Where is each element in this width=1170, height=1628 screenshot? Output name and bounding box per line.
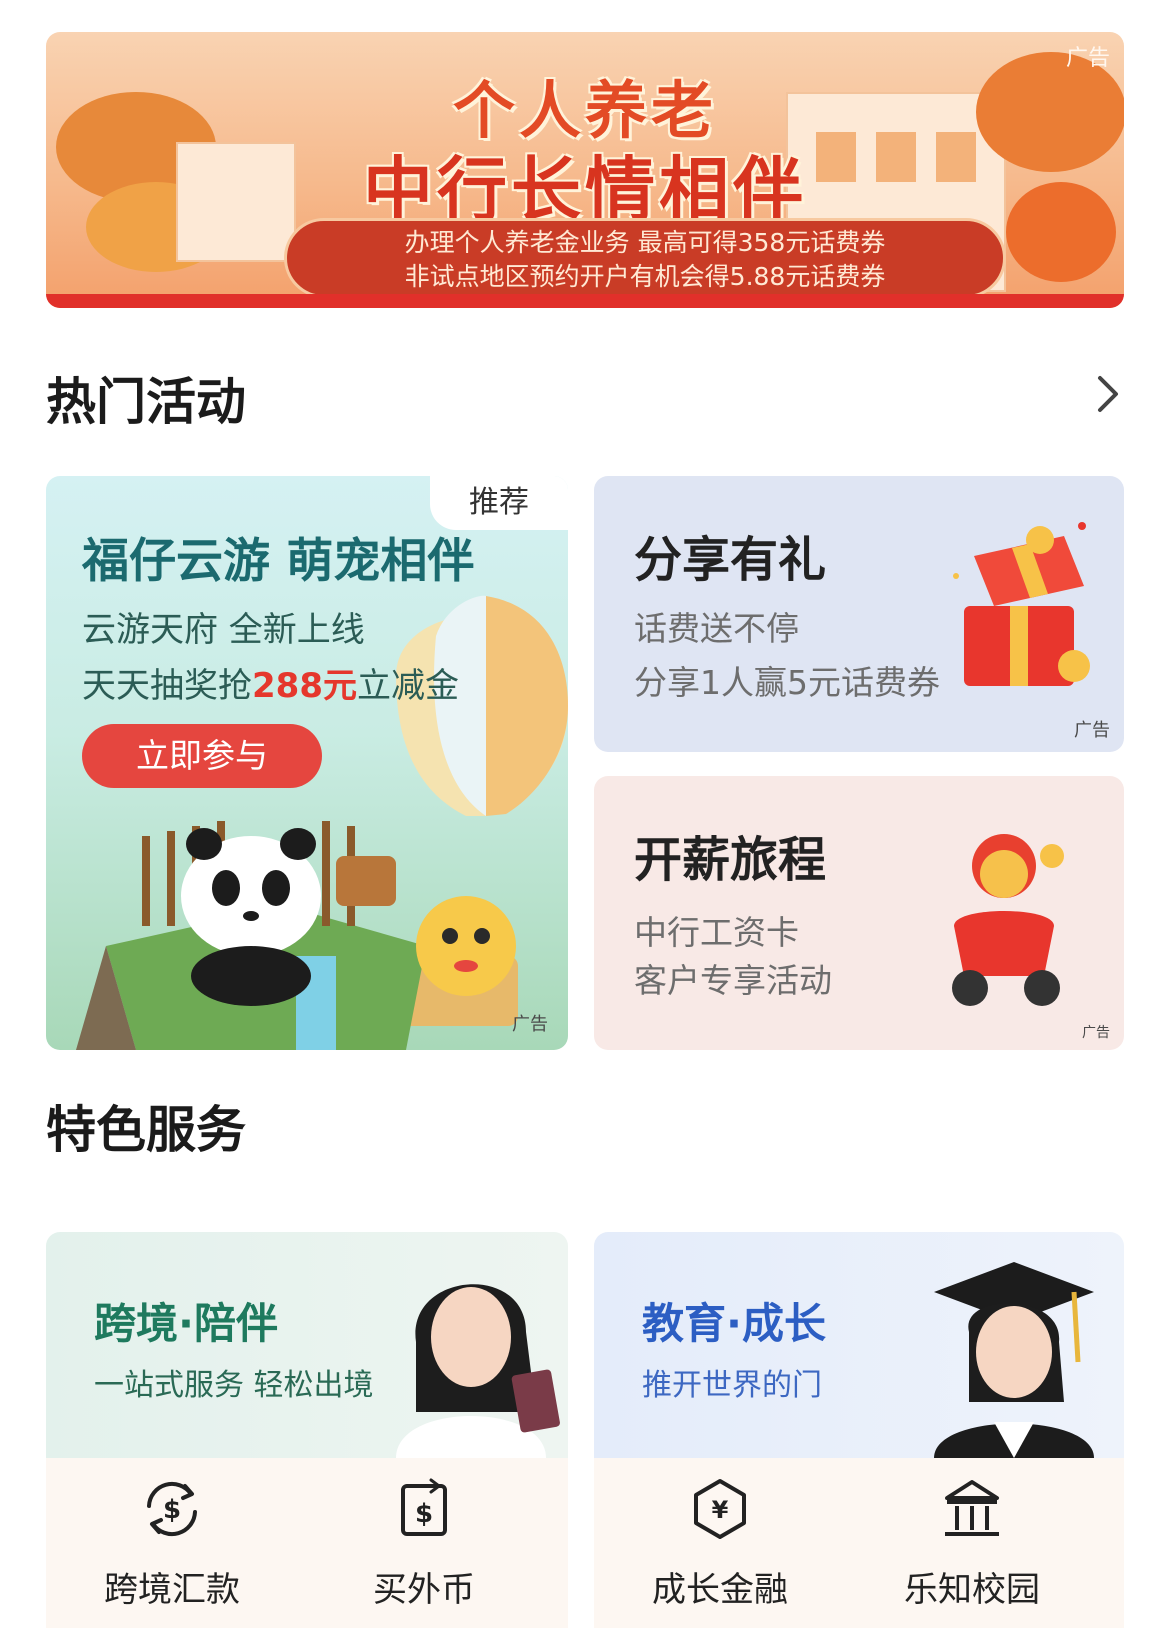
buy-foreign-currency-item[interactable]: $ 买外币: [324, 1476, 524, 1611]
education-banner[interactable]: 教育·成长 推开世界的门: [594, 1232, 1124, 1458]
featured-card-line2: 天天抽奖抢288元立减金: [82, 658, 459, 707]
retirement-banner[interactable]: 广告 个人养老 中行长情相伴 办理个人养老金业务 最高可得358元话费券 非试点…: [46, 32, 1124, 308]
banner-bottom-strip: [46, 294, 1124, 308]
salary-card-line1: 中行工资卡: [634, 913, 799, 952]
campus-building-icon: [945, 1480, 999, 1536]
featured-line2-prefix: 天天抽奖抢: [82, 666, 252, 706]
share-card-line2: 分享1人赢5元话费券: [634, 663, 940, 702]
svg-text:$: $: [163, 1495, 181, 1525]
featured-card-title: 福仔云游 萌宠相伴: [82, 534, 475, 589]
salary-card-title: 开薪旅程: [634, 832, 827, 888]
yuan-hexagon-icon: ¥: [694, 1479, 746, 1539]
featured-line2-amount: 288元: [252, 666, 357, 706]
cross-border-service-card: 跨境·陪伴 一站式服务 轻松出境 $ 跨境汇款 $ 买外币: [46, 1232, 568, 1628]
share-gift-card[interactable]: 分享有礼 话费送不停 分享1人赢5元话费券 广告: [594, 476, 1124, 752]
salary-card-line2: 客户专享活动: [634, 961, 832, 1000]
buy-foreign-currency-label: 买外币: [373, 1570, 475, 1610]
featured-activity-card[interactable]: 推荐 福仔云游 萌宠相伴 云游天府 全新上线 天天抽奖抢288元立减金 立即参与…: [46, 476, 568, 1050]
growth-finance-item[interactable]: ¥ 成长金融: [620, 1476, 820, 1611]
dollar-exchange-icon: $: [147, 1481, 197, 1537]
scooter-mascot-icon: [952, 834, 1064, 1006]
gift-box-icon: [953, 522, 1090, 686]
traveler-woman-illustration: [396, 1284, 560, 1458]
featured-card-line1: 云游天府 全新上线: [82, 610, 365, 650]
graduate-illustration: [934, 1262, 1094, 1458]
cross-border-subtitle: 一站式服务 轻松出境: [94, 1368, 374, 1403]
ad-tag: 广告: [512, 1014, 548, 1035]
featured-line2-suffix: 立减金: [356, 666, 459, 706]
cross-border-title: 跨境·陪伴: [94, 1299, 278, 1348]
banner-description: 办理个人养老金业务 最高可得358元话费券 非试点地区预约开户有机会得5.88元…: [284, 218, 1006, 298]
ad-tag: 广告: [1074, 720, 1110, 741]
banner-desc-line2: 非试点地区预约开户有机会得5.88元话费券: [404, 262, 886, 291]
banner-desc-line1: 办理个人养老金业务 最高可得358元话费券: [404, 228, 886, 257]
salary-journey-card[interactable]: 开薪旅程 中行工资卡 客户专享活动 广告: [594, 776, 1124, 1050]
education-service-card: 教育·成长 推开世界的门 ¥ 成长金融 乐知校园: [594, 1232, 1124, 1628]
campus-item[interactable]: 乐知校园: [872, 1476, 1072, 1611]
svg-text:$: $: [415, 1499, 433, 1529]
ad-tag: 广告: [1082, 1025, 1110, 1041]
education-title: 教育·成长: [642, 1299, 826, 1348]
chevron-right-icon[interactable]: [1090, 372, 1126, 416]
share-card-title: 分享有礼: [634, 532, 827, 588]
join-now-button[interactable]: 立即参与: [82, 724, 322, 788]
feature-services-title: 特色服务: [46, 1101, 246, 1159]
hot-activities-title: 热门活动: [46, 373, 246, 431]
campus-label: 乐知校园: [904, 1570, 1040, 1610]
cross-border-banner[interactable]: 跨境·陪伴 一站式服务 轻松出境: [46, 1232, 568, 1458]
dollar-bill-icon: $: [401, 1478, 447, 1536]
cross-border-remittance-item[interactable]: $ 跨境汇款: [72, 1476, 272, 1611]
education-subtitle: 推开世界的门: [642, 1368, 822, 1403]
svg-text:¥: ¥: [712, 1496, 729, 1524]
share-card-line1: 话费送不停: [634, 609, 799, 648]
growth-finance-label: 成长金融: [652, 1570, 788, 1610]
cross-border-remittance-label: 跨境汇款: [104, 1570, 240, 1610]
